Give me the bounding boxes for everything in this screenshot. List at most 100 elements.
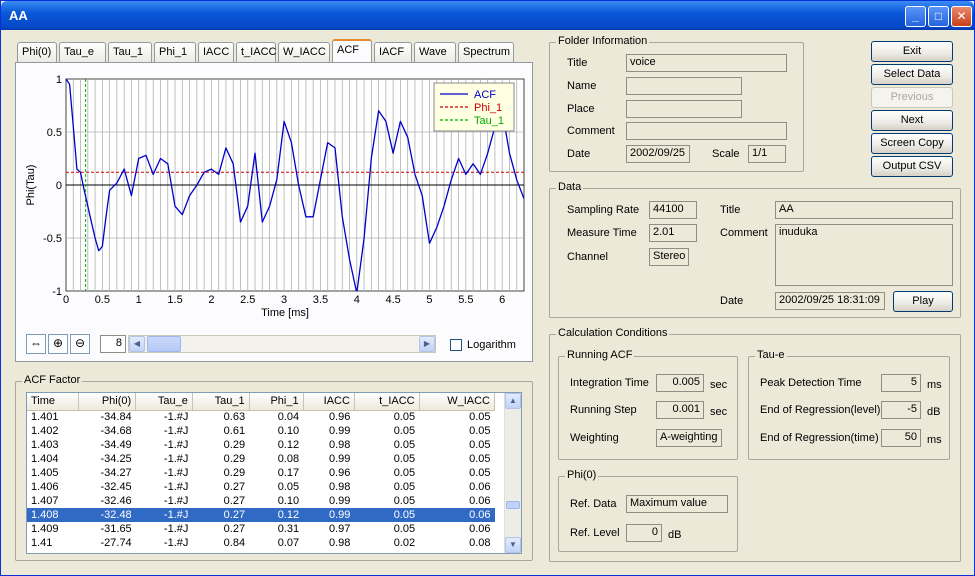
tab-phi-0-[interactable]: Phi(0) <box>17 42 57 62</box>
column-header[interactable]: Tau_1 <box>192 393 250 411</box>
x-tick-label: 1 <box>136 294 142 306</box>
ref-data-label: Ref. Data <box>570 498 617 510</box>
chart-hscrollbar[interactable]: ◀ ▶ <box>128 335 436 353</box>
table-row[interactable]: 1.403 -34.49 -1.#J 0.29 0.12 0.98 0.05 0.05 <box>27 438 495 452</box>
scroll-thumb[interactable] <box>147 336 181 352</box>
scroll-up-button[interactable]: ▲ <box>505 393 521 409</box>
peak-detection-field: 5 <box>881 374 921 392</box>
title-bar[interactable]: AA _ □ ✕ <box>1 1 974 30</box>
table-row[interactable]: 1.408 -32.48 -1.#J 0.27 0.12 0.99 0.05 0.06 <box>27 508 495 522</box>
page-number-field[interactable]: 8 <box>100 335 126 353</box>
table-scroll-thumb[interactable] <box>506 501 520 509</box>
column-header[interactable]: t_IACC <box>354 393 420 411</box>
ref-level-unit: dB <box>668 529 682 541</box>
table-row[interactable]: 1.405 -34.27 -1.#J 0.29 0.17 0.96 0.05 0.05 <box>27 466 495 480</box>
integration-time-field: 0.005 <box>656 374 704 392</box>
select-data-button[interactable]: Select Data <box>871 64 953 85</box>
exit-button[interactable]: Exit <box>871 41 953 62</box>
maximize-button[interactable]: □ <box>928 6 949 27</box>
play-button[interactable]: Play <box>893 291 953 312</box>
table-cell: 1.408 <box>27 508 79 522</box>
screen-copy-button[interactable]: Screen Copy <box>871 133 953 154</box>
column-header[interactable]: IACC <box>303 393 355 411</box>
column-header[interactable]: Time <box>27 393 80 411</box>
column-header[interactable]: Phi(0) <box>78 393 137 411</box>
output-csv-button[interactable]: Output CSV <box>871 156 953 177</box>
close-icon: ✕ <box>956 9 967 23</box>
close-button[interactable]: ✕ <box>951 6 972 27</box>
minimize-button[interactable]: _ <box>905 6 926 27</box>
table-cell: -34.49 <box>100 439 132 451</box>
logarithm-checkbox[interactable] <box>450 339 462 351</box>
x-tick-label: 5 <box>426 294 432 306</box>
column-header[interactable]: Phi_1 <box>249 393 304 411</box>
table-cell: 0.08 <box>469 537 491 549</box>
table-cell: -32.48 <box>78 508 136 522</box>
table-cell: -34.25 <box>100 453 132 465</box>
table-cell: 0.29 <box>223 439 246 451</box>
table-row[interactable]: 1.407 -32.46 -1.#J 0.27 0.10 0.99 0.05 0.06 <box>27 494 495 508</box>
measure-time-field: 2.01 <box>649 224 697 242</box>
minimize-icon: _ <box>912 9 919 23</box>
tab-iacc[interactable]: IACC <box>198 42 234 62</box>
data-legend: Data <box>556 181 584 193</box>
tab-tau-e[interactable]: Tau_e <box>59 42 106 62</box>
table-row[interactable]: 1.401 -34.84 -1.#J 0.63 0.04 0.96 0.05 0.05 <box>27 410 495 424</box>
table-cell: 0.12 <box>249 508 304 522</box>
table-row[interactable]: 1.41 -27.74 -1.#J 0.84 0.07 0.98 0.02 0.08 <box>27 536 495 550</box>
table-vscrollbar[interactable]: ▲ ▼ <box>504 393 521 553</box>
legend-label-tau1: Tau_1 <box>474 115 504 127</box>
folder-comment-label: Comment <box>567 125 615 137</box>
table-cell: 0.06 <box>469 495 491 507</box>
tab-tau-1[interactable]: Tau_1 <box>108 42 152 62</box>
x-tick-label: 5.5 <box>458 294 473 306</box>
x-tick-label: 1.5 <box>167 294 182 306</box>
folder-place-field <box>626 100 742 118</box>
table-row[interactable]: 1.406 -32.45 -1.#J 0.27 0.05 0.98 0.05 0.06 <box>27 480 495 494</box>
running-acf-group: Running ACF Integration Time 0.005 sec R… <box>558 349 738 460</box>
main-window: AA _ □ ✕ Phi(0) Tau_e Tau_1 Phi_1 IACC t_IACC… <box>0 0 975 576</box>
table-cell: -31.65 <box>100 523 132 535</box>
tab-spectrum[interactable]: Spectrum <box>458 42 514 62</box>
next-button[interactable]: Next <box>871 110 953 131</box>
table-row[interactable]: 1.404 -34.25 -1.#J 0.29 0.08 0.99 0.05 0.05 <box>27 452 495 466</box>
peak-detection-label: Peak Detection Time <box>760 377 862 389</box>
data-group: Data Sampling Rate 44100 Measure Time 2.… <box>549 181 961 318</box>
previous-button[interactable]: Previous <box>871 87 953 108</box>
scroll-down-button[interactable]: ▼ <box>505 537 521 553</box>
table-cell: 0.10 <box>277 495 300 507</box>
table-cell: 0.05 <box>393 411 416 424</box>
tab-iacf[interactable]: IACF <box>374 42 412 62</box>
fit-width-button[interactable]: ⇔ <box>26 334 46 354</box>
zoom-out-button[interactable]: ⊖ <box>70 334 90 354</box>
data-date-field: 2002/09/25 18:31:09 <box>775 292 885 310</box>
table-cell: -34.84 <box>100 411 132 424</box>
table-row[interactable]: 1.402 -34.68 -1.#J 0.61 0.10 0.99 0.05 0.05 <box>27 424 495 438</box>
zoom-in-button[interactable]: ⊕ <box>48 334 68 354</box>
tab-acf[interactable]: ACF <box>332 39 372 63</box>
table-cell: 1.406 <box>31 481 59 493</box>
table-cell: -1.#J <box>163 467 189 479</box>
calc-conditions-group: Calculation Conditions Running ACF Integ… <box>549 327 961 562</box>
tab-w-iacc[interactable]: W_IACC <box>278 42 330 62</box>
table-cell: 0.99 <box>329 495 351 507</box>
arrow-up-icon: ▲ <box>509 396 517 405</box>
regression-time-unit: ms <box>927 434 942 446</box>
x-tick-label: 3 <box>281 294 287 306</box>
column-header[interactable]: W_IACC <box>419 393 496 411</box>
regression-time-field: 50 <box>881 429 921 447</box>
scroll-right-button[interactable]: ▶ <box>419 336 435 352</box>
measure-time-label: Measure Time <box>567 227 637 239</box>
scroll-left-button[interactable]: ◀ <box>129 336 145 352</box>
tab-phi-1[interactable]: Phi_1 <box>154 42 196 62</box>
table-row[interactable]: 1.409 -31.65 -1.#J 0.27 0.31 0.97 0.05 0.06 <box>27 522 495 536</box>
weighting-field: A-weighting <box>656 429 722 447</box>
y-tick-label: 0.5 <box>47 127 62 139</box>
data-comment-label: Comment <box>720 227 768 239</box>
tab-wave[interactable]: Wave <box>414 42 456 62</box>
x-tick-label: 3.5 <box>313 294 328 306</box>
column-header[interactable]: Tau_e <box>135 393 193 411</box>
folder-scale-field: 1/1 <box>748 145 786 163</box>
tab-t-iacc[interactable]: t_IACC <box>236 42 276 62</box>
table-cell: 0.05 <box>469 439 491 451</box>
